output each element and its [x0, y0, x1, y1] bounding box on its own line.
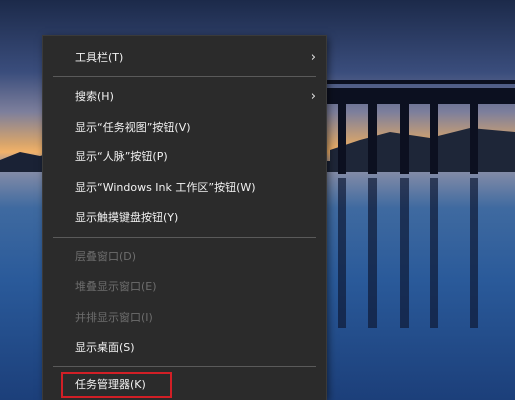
- bridge-pillar: [400, 104, 409, 174]
- menu-item-show-desktop[interactable]: 显示桌面(S): [43, 337, 326, 359]
- taskbar-context-menu: 工具栏(T) › 搜索(H) › 显示“任务视图”按钮(V) 显示“人脉”按钮(…: [43, 36, 326, 400]
- menu-separator: [53, 366, 316, 367]
- bridge-deck: [322, 88, 515, 104]
- menu-item-toolbars[interactable]: 工具栏(T) ›: [43, 47, 326, 69]
- menu-item-label: 显示“Windows Ink 工作区”按钮(W): [75, 181, 256, 194]
- menu-separator: [53, 76, 316, 77]
- bridge-pillar: [430, 104, 438, 174]
- pillar-reflection: [400, 178, 409, 328]
- menu-separator: [53, 237, 316, 238]
- menu-item-label: 工具栏(T): [75, 51, 124, 64]
- menu-item-label: 显示桌面(S): [75, 341, 135, 354]
- pillar-reflection: [430, 178, 438, 328]
- task-manager-highlight-box: [61, 372, 172, 398]
- pillar-reflection: [368, 178, 377, 328]
- menu-item-label: 显示触摸键盘按钮(Y): [75, 211, 179, 224]
- menu-item-label: 显示“人脉”按钮(P): [75, 150, 168, 163]
- menu-item-show-windows-ink[interactable]: 显示“Windows Ink 工作区”按钮(W): [43, 177, 326, 199]
- menu-item-label: 堆叠显示窗口(E): [75, 280, 157, 293]
- menu-item-show-task-view[interactable]: 显示“任务视图”按钮(V): [43, 117, 326, 139]
- menu-item-label: 并排显示窗口(I): [75, 311, 153, 324]
- bridge-rail: [322, 80, 515, 84]
- bridge-pillar: [470, 104, 478, 174]
- pillar-reflection: [470, 178, 478, 328]
- chevron-right-icon: ›: [310, 50, 316, 65]
- chevron-right-icon: ›: [310, 89, 316, 104]
- menu-item-side-by-side: 并排显示窗口(I): [43, 307, 326, 329]
- menu-item-stack-windows: 堆叠显示窗口(E): [43, 276, 326, 298]
- menu-item-show-touch-keyboard[interactable]: 显示触摸键盘按钮(Y): [43, 207, 326, 229]
- bridge-pillar: [338, 104, 346, 174]
- hills-right: [330, 128, 515, 172]
- menu-item-label: 显示“任务视图”按钮(V): [75, 121, 191, 134]
- menu-item-cascade-windows: 层叠窗口(D): [43, 246, 326, 268]
- menu-item-label: 搜索(H): [75, 90, 114, 103]
- bridge-pillar: [368, 104, 377, 174]
- pillar-reflection: [338, 178, 346, 328]
- menu-item-show-people[interactable]: 显示“人脉”按钮(P): [43, 146, 326, 168]
- menu-item-label: 层叠窗口(D): [75, 250, 137, 263]
- menu-item-search[interactable]: 搜索(H) ›: [43, 86, 326, 108]
